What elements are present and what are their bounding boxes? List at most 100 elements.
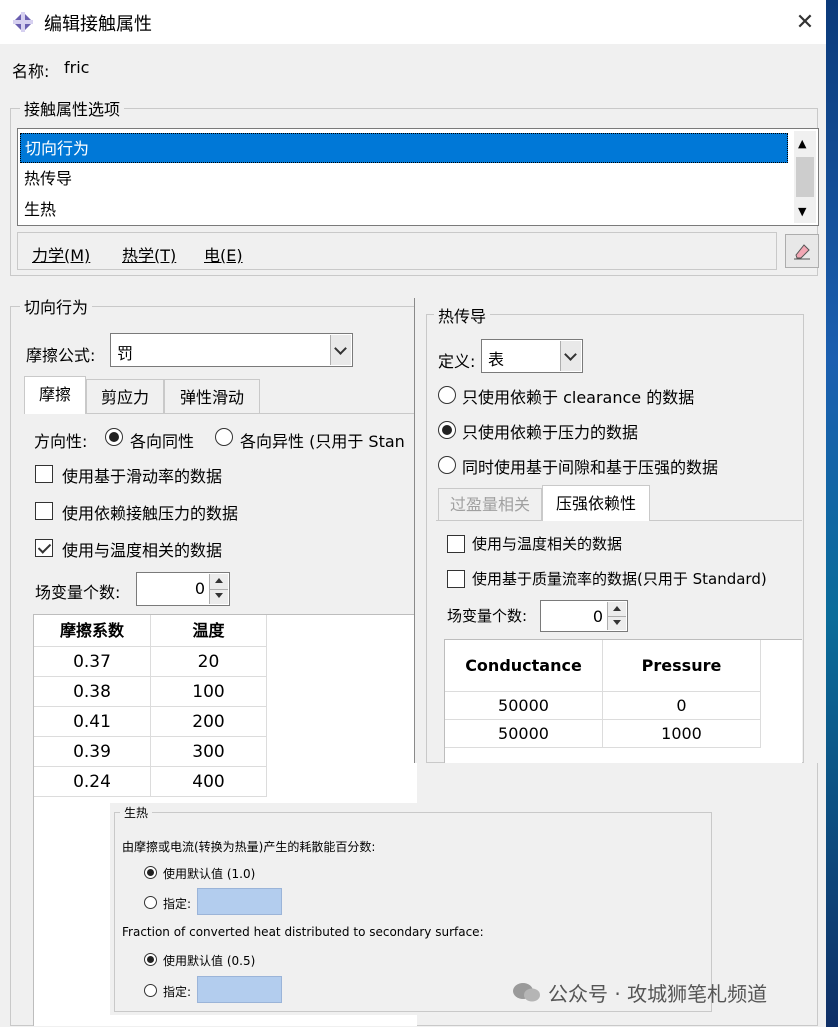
anisotropic-label: 各向异性 (只用于 Stan [240, 432, 405, 451]
eraser-icon [794, 244, 810, 260]
list-item[interactable]: 热传导 [20, 164, 788, 194]
temperature-checkbox[interactable] [35, 539, 53, 557]
thermal-group-label: 热传导 [434, 303, 491, 327]
chevron-down-icon[interactable] [560, 341, 581, 371]
tab-elastic-slip[interactable]: 弹性滑动 [164, 379, 260, 414]
table-header: Conductance [445, 640, 603, 692]
options-listbox[interactable]: 切向行为 热传导 生热 ▲ ▼ [17, 128, 819, 226]
mass-flow-checkbox[interactable] [447, 570, 465, 588]
pressure-label: 只使用依赖于压力的数据 [462, 423, 639, 442]
field-variables-value: 0 [194, 579, 205, 598]
table-header: 温度 [151, 615, 267, 647]
clearance-radio[interactable] [438, 386, 456, 404]
desktop-background [826, 0, 838, 1027]
chevron-down-icon[interactable]: ▼ [798, 205, 806, 218]
isotropic-radio[interactable] [105, 428, 123, 446]
table-cell[interactable]: 50000 [445, 692, 603, 720]
pressure-radio[interactable] [438, 421, 456, 439]
isotropic-label: 各向同性 [130, 432, 195, 451]
menu-mechanical[interactable]: 力学(M) [32, 242, 90, 266]
heat-generation-label: 生热 [120, 804, 153, 821]
definition-label: 定义: [438, 352, 476, 371]
menu-electrical[interactable]: 电(E) [204, 242, 243, 266]
thermal-field-variables-spinner[interactable]: 0 [540, 600, 628, 632]
directionality-label: 方向性: [34, 432, 88, 451]
field-variables-label: 场变量个数: [35, 583, 121, 602]
mass-flow-label: 使用基于质量流率的数据(只用于 Standard) [472, 570, 767, 588]
abaqus-app-icon [13, 12, 33, 32]
spin-up-icon[interactable] [608, 602, 626, 617]
wechat-icon [513, 983, 540, 1002]
thermal-field-variables-label: 场变量个数: [447, 607, 528, 625]
tangential-group-label: 切向行为 [20, 294, 93, 318]
field-variables-spinner[interactable]: 0 [136, 572, 230, 606]
table-cell[interactable]: 50000 [445, 720, 603, 748]
definition-select[interactable]: 表 [481, 339, 583, 373]
listbox-scrollbar[interactable]: ▲ ▼ [794, 131, 816, 223]
table-cell[interactable]: 400 [151, 767, 267, 797]
table-cell[interactable]: 300 [151, 737, 267, 767]
secondary-default-label: 使用默认值 (0.5) [163, 954, 256, 968]
spin-up-icon[interactable] [210, 574, 228, 590]
menu-thermal[interactable]: 热学(T) [122, 242, 176, 266]
fraction-default-radio[interactable] [144, 866, 157, 879]
fraction-input[interactable] [197, 888, 282, 915]
chevron-up-icon[interactable]: ▲ [798, 137, 806, 150]
list-item[interactable]: 切向行为 [20, 133, 788, 163]
both-radio[interactable] [438, 456, 456, 474]
table-cell[interactable]: 200 [151, 707, 267, 737]
table-cell[interactable]: 100 [151, 677, 267, 707]
thermal-field-variables-value: 0 [592, 607, 603, 626]
scrollbar-thumb[interactable] [796, 157, 814, 197]
delete-option-button[interactable] [785, 234, 819, 268]
secondary-specify-label: 指定: [163, 985, 192, 999]
table-header: 摩擦系数 [34, 615, 151, 647]
title-bar: 编辑接触属性 ✕ [0, 0, 826, 44]
contact-pressure-checkbox[interactable] [35, 502, 53, 520]
spin-down-icon[interactable] [608, 616, 626, 630]
tab-clearance[interactable]: 过盈量相关 [438, 488, 542, 520]
name-value: fric [64, 58, 90, 77]
chevron-down-icon[interactable] [330, 335, 351, 365]
thermal-temperature-checkbox[interactable] [447, 535, 465, 553]
options-group-label: 接触属性选项 [20, 96, 125, 120]
table-cell[interactable]: 0.37 [34, 647, 151, 677]
table-cell[interactable]: 0.24 [34, 767, 151, 797]
watermark-text: 公众号 · 攻城狮笔札频道 [548, 982, 768, 1006]
anisotropic-radio[interactable] [215, 428, 233, 446]
definition-value: 表 [488, 350, 505, 369]
both-label: 同时使用基于间隙和基于压强的数据 [462, 458, 719, 477]
dissipated-fraction-label: 由摩擦或电流(转换为热量)产生的耗散能百分数: [122, 840, 376, 854]
contact-pressure-label: 使用依赖接触压力的数据 [62, 504, 239, 523]
name-label: 名称: [12, 62, 50, 81]
secondary-specify-radio[interactable] [144, 984, 157, 997]
table-cell[interactable]: 20 [151, 647, 267, 677]
temperature-label: 使用与温度相关的数据 [62, 541, 223, 560]
table-cell[interactable]: 1000 [603, 720, 761, 748]
thermal-temperature-label: 使用与温度相关的数据 [472, 535, 623, 553]
slip-rate-checkbox[interactable] [35, 465, 53, 483]
table-header: Pressure [603, 640, 761, 692]
list-item[interactable]: 生热 [20, 195, 788, 225]
fraction-default-label: 使用默认值 (1.0) [163, 867, 256, 881]
tab-friction[interactable]: 摩擦 [24, 376, 86, 414]
tab-pressure[interactable]: 压强依赖性 [542, 485, 650, 521]
fraction-specify-radio[interactable] [144, 896, 157, 909]
table-cell[interactable]: 0.41 [34, 707, 151, 737]
friction-formula-label: 摩擦公式: [26, 346, 96, 365]
table-cell[interactable]: 0.39 [34, 737, 151, 767]
clearance-label: 只使用依赖于 clearance 的数据 [462, 388, 695, 407]
friction-formula-select[interactable]: 罚 [110, 333, 353, 367]
close-icon[interactable]: ✕ [790, 8, 820, 38]
spin-down-icon[interactable] [210, 589, 228, 604]
window-title: 编辑接触属性 [44, 14, 152, 35]
table-cell[interactable]: 0.38 [34, 677, 151, 707]
secondary-fraction-label: Fraction of converted heat distributed t… [122, 925, 484, 939]
secondary-input[interactable] [197, 976, 282, 1003]
tab-shear-stress[interactable]: 剪应力 [86, 379, 164, 414]
table-cell[interactable]: 0 [603, 692, 761, 720]
fraction-specify-label: 指定: [163, 897, 192, 911]
slip-rate-label: 使用基于滑动率的数据 [62, 467, 223, 486]
friction-formula-value: 罚 [117, 344, 134, 363]
secondary-default-radio[interactable] [144, 953, 157, 966]
